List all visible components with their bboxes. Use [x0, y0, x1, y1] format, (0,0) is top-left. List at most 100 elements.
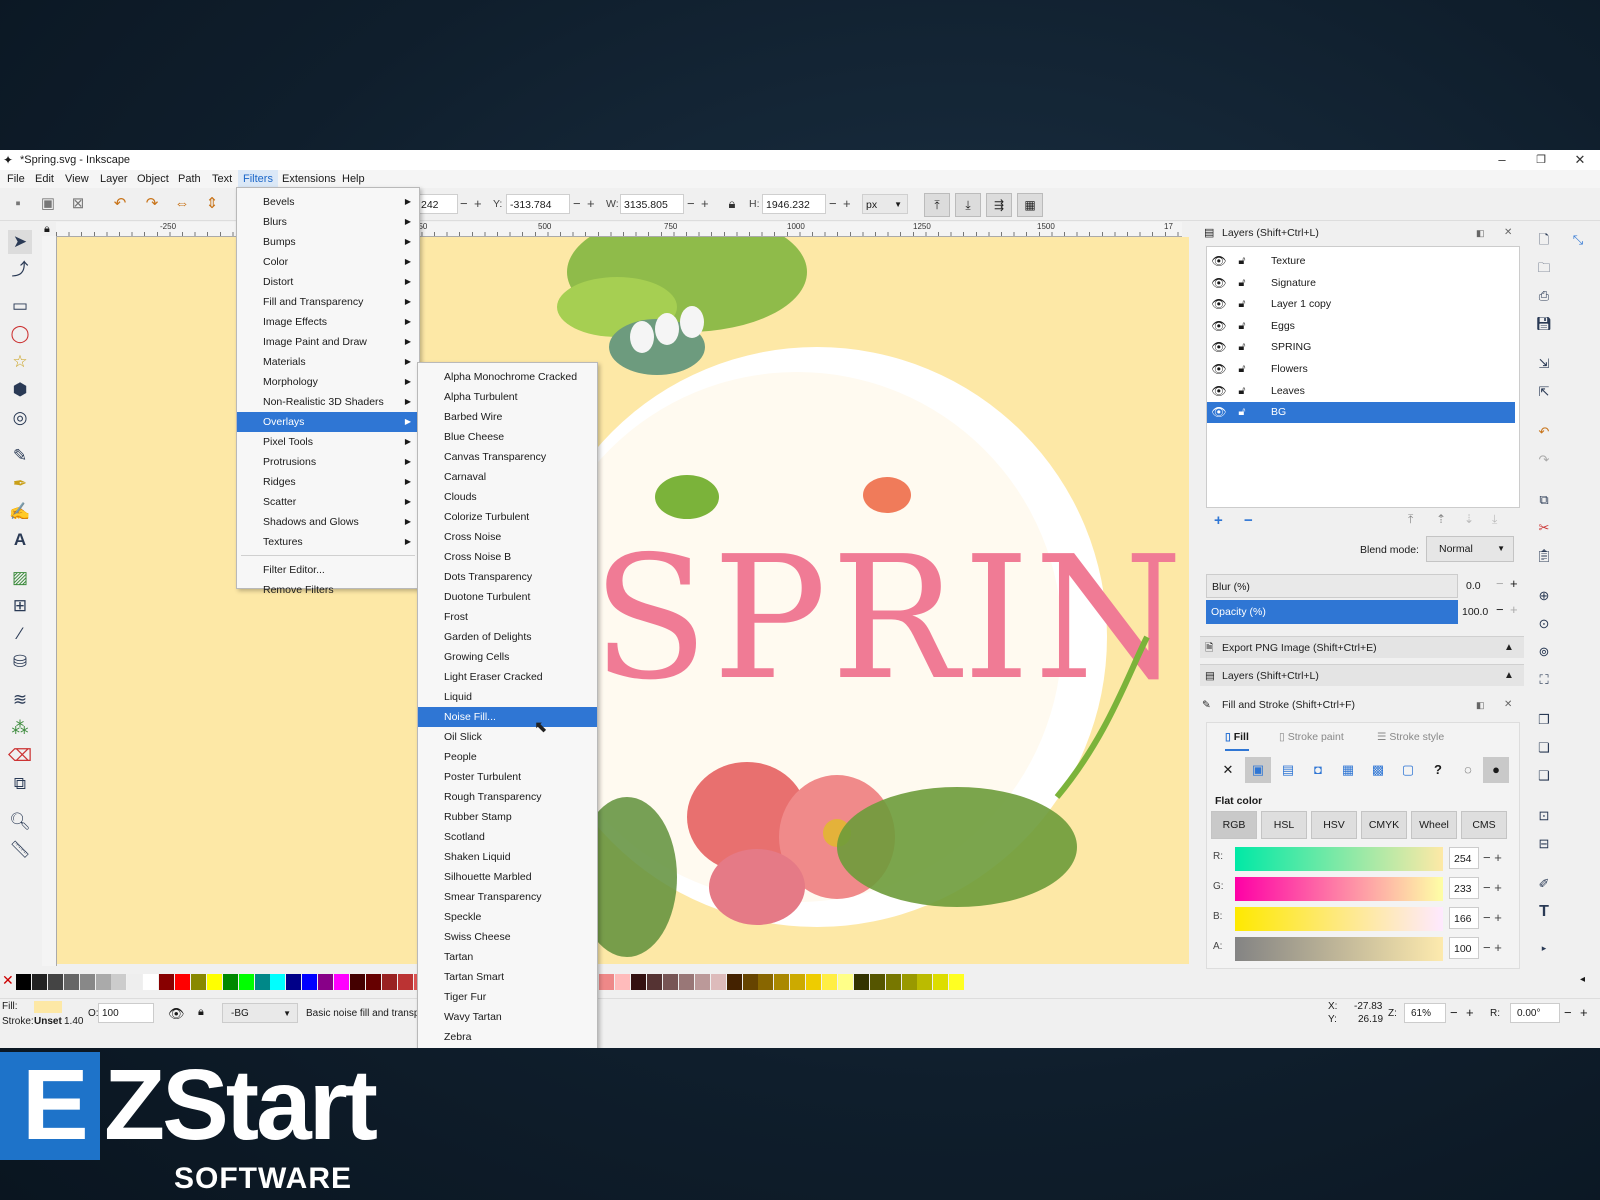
- mesh-tool-icon[interactable]: ⊞: [8, 594, 32, 618]
- color-swatch[interactable]: [599, 974, 615, 990]
- x-increment[interactable]: +: [474, 194, 482, 214]
- green-value[interactable]: 233: [1449, 877, 1479, 899]
- overlays-menu-item[interactable]: Smear Transparency: [418, 887, 597, 907]
- overlays-menu-item[interactable]: Cross Noise B: [418, 547, 597, 567]
- color-swatch[interactable]: [381, 974, 397, 990]
- opacity-increment[interactable]: +: [1510, 602, 1518, 617]
- swatch-icon[interactable]: ▢: [1395, 757, 1421, 783]
- fill-swatch[interactable]: [34, 1001, 62, 1013]
- rotation-decrement[interactable]: −: [1564, 1005, 1572, 1020]
- color-swatch[interactable]: [286, 974, 302, 990]
- color-swatch[interactable]: [254, 974, 270, 990]
- blur-decrement[interactable]: −: [1496, 576, 1504, 591]
- color-swatch[interactable]: [143, 974, 159, 990]
- layer-row[interactable]: 👁︎ 🔓︎ Texture: [1207, 251, 1515, 272]
- blue-stepper[interactable]: − +: [1483, 907, 1502, 929]
- menu-object[interactable]: Object: [132, 170, 174, 188]
- color-swatch[interactable]: [647, 974, 663, 990]
- eraser-tool-icon[interactable]: ⌫: [8, 744, 32, 768]
- filters-menu-item[interactable]: Shadows and Glows ▶: [237, 512, 419, 532]
- lock-icon[interactable]: 🔓︎: [1235, 402, 1249, 423]
- overlays-menu-item[interactable]: Canvas Transparency: [418, 447, 597, 467]
- h-decrement[interactable]: −: [829, 194, 837, 214]
- overlays-menu-item[interactable]: Swiss Cheese: [418, 927, 597, 947]
- blur-increment[interactable]: +: [1510, 576, 1518, 591]
- close-panel-icon[interactable]: ✕: [1504, 694, 1512, 716]
- menu-layer[interactable]: Layer: [95, 170, 133, 188]
- save-icon[interactable]: 💾︎: [1534, 314, 1554, 334]
- import-icon[interactable]: ⇲: [1534, 354, 1554, 374]
- color-swatch[interactable]: [159, 974, 175, 990]
- filters-menu-item[interactable]: Materials ▶: [237, 352, 419, 372]
- remove-layer-icon[interactable]: −: [1244, 512, 1253, 529]
- color-swatch[interactable]: [63, 974, 79, 990]
- filters-menu-item[interactable]: Overlays ▶: [237, 412, 419, 432]
- layer-visibility-icon[interactable]: 👁︎: [168, 1006, 185, 1022]
- visibility-icon[interactable]: 👁︎: [1211, 337, 1227, 358]
- filters-menu-item[interactable]: Textures ▶: [237, 532, 419, 552]
- snap-toggle-icon[interactable]: ⤡: [1568, 230, 1588, 250]
- zoom-page-icon[interactable]: ⊚: [1534, 642, 1554, 662]
- opacity-slider[interactable]: Opacity (%): [1206, 600, 1458, 624]
- redo-icon[interactable]: ↷: [1534, 450, 1554, 470]
- tab-stroke-style[interactable]: ☰ Stroke style: [1377, 731, 1444, 743]
- w-decrement[interactable]: −: [687, 194, 695, 214]
- menu-help[interactable]: Help: [337, 170, 370, 188]
- collapse-icon[interactable]: ▲: [1504, 637, 1514, 659]
- blur-value[interactable]: 0.0: [1466, 580, 1481, 592]
- color-swatch[interactable]: [334, 974, 349, 990]
- overlays-menu-item[interactable]: Clouds: [418, 487, 597, 507]
- zoom-drawing-icon[interactable]: ⊙: [1534, 614, 1554, 634]
- lock-icon[interactable]: 🔓︎: [1235, 273, 1249, 294]
- overlays-menu-item[interactable]: Silhouette Marbled: [418, 867, 597, 887]
- overlays-menu-item[interactable]: Zebra: [418, 1027, 597, 1047]
- color-swatch[interactable]: [742, 974, 758, 990]
- rotation-increment[interactable]: +: [1580, 1005, 1588, 1020]
- color-swatch[interactable]: [615, 974, 631, 990]
- overlays-menu-item[interactable]: Scotland: [418, 827, 597, 847]
- color-swatch[interactable]: [206, 974, 222, 990]
- add-layer-icon[interactable]: +: [1214, 512, 1223, 529]
- transform-patterns-button[interactable]: ▦: [1017, 193, 1043, 217]
- filters-menu-item[interactable]: Non-Realistic 3D Shaders ▶: [237, 392, 419, 412]
- layer-raise-icon[interactable]: ⇡: [1436, 512, 1446, 526]
- duplicate-icon[interactable]: ❐: [1534, 710, 1554, 730]
- overlays-menu-item[interactable]: Oil Slick: [418, 727, 597, 747]
- color-swatch[interactable]: [631, 974, 647, 990]
- visibility-icon[interactable]: 👁︎: [1211, 273, 1227, 294]
- layer-row[interactable]: 👁︎ 🔓︎ Leaves: [1207, 381, 1515, 402]
- 3d-box-tool-icon[interactable]: ⬢: [8, 378, 32, 402]
- mode-wheel[interactable]: Wheel: [1411, 811, 1457, 839]
- red-slider[interactable]: [1235, 847, 1443, 871]
- overlays-menu-item[interactable]: Carnaval: [418, 467, 597, 487]
- red-value[interactable]: 254: [1449, 847, 1479, 869]
- filters-menu-footer-item[interactable]: Remove Filters: [237, 580, 419, 600]
- opacity-decrement[interactable]: −: [1496, 602, 1504, 617]
- color-swatch[interactable]: [806, 974, 822, 990]
- menu-text[interactable]: Text: [207, 170, 237, 188]
- color-swatch[interactable]: [678, 974, 694, 990]
- stroke-width[interactable]: 1.40: [64, 1016, 83, 1027]
- menu-edit[interactable]: Edit: [30, 170, 59, 188]
- overlays-menu-item[interactable]: Tartan Smart: [418, 967, 597, 987]
- palette-menu-icon[interactable]: ◂: [1580, 974, 1585, 985]
- text-tool-icon[interactable]: A: [8, 528, 32, 552]
- w-increment[interactable]: +: [701, 194, 709, 214]
- overlays-menu-item[interactable]: Blue Cheese: [418, 427, 597, 447]
- color-swatch[interactable]: [694, 974, 710, 990]
- layer-row[interactable]: 👁︎ 🔓︎ Signature: [1207, 273, 1515, 294]
- overlays-menu-item[interactable]: Garden of Delights: [418, 627, 597, 647]
- green-slider[interactable]: [1235, 877, 1443, 901]
- color-swatch[interactable]: [949, 974, 965, 990]
- overlays-menu-item[interactable]: Speckle: [418, 907, 597, 927]
- unit-select[interactable]: px ▼: [862, 194, 908, 214]
- transform-gradients-button[interactable]: ⇶: [986, 193, 1012, 217]
- layer-row[interactable]: 👁︎ 🔓︎ Layer 1 copy: [1207, 294, 1515, 315]
- y-increment[interactable]: +: [587, 194, 595, 214]
- color-swatch[interactable]: [869, 974, 885, 990]
- select-all-layers-icon[interactable]: ▣: [38, 194, 58, 214]
- calligraphy-tool-icon[interactable]: ✍: [8, 500, 32, 524]
- color-swatch[interactable]: [47, 974, 63, 990]
- visibility-icon[interactable]: 👁︎: [1211, 294, 1227, 315]
- tab-stroke-paint[interactable]: ▯ Stroke paint: [1279, 731, 1344, 743]
